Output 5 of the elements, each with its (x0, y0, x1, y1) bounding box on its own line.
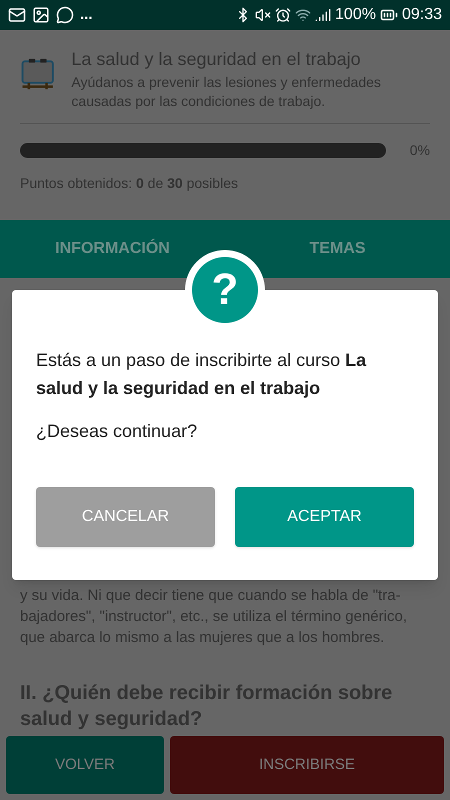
dialog-question: ¿Deseas continuar? (36, 420, 198, 443)
more-notifications: ... (80, 4, 93, 25)
dialog-message: Estás a un paso de inscribirte al curso La salud y la seguridad en el trabajo (36, 349, 368, 400)
battery-percent: 100% (335, 5, 376, 25)
clock: 09:33 (402, 5, 442, 25)
